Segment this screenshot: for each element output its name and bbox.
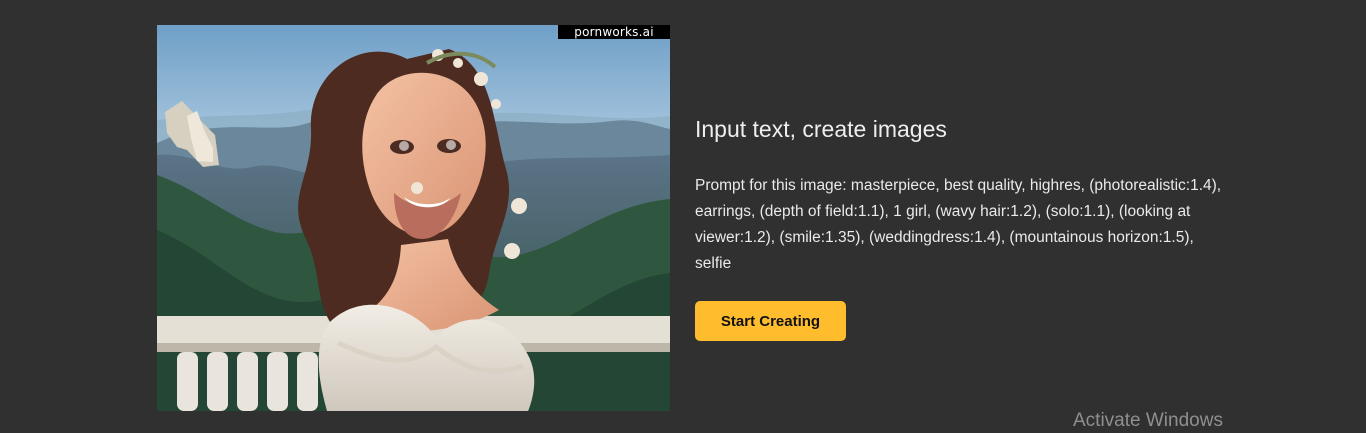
- generated-image: pornworks.ai: [157, 25, 670, 411]
- image-prompt-text: Prompt for this image: masterpiece, best…: [695, 177, 1222, 272]
- page-title: Input text, create images: [695, 116, 947, 142]
- activate-windows-watermark: Activate Windows: [1073, 410, 1223, 431]
- watermark-label: pornworks.ai: [558, 25, 670, 39]
- content-panel: Input text, create images Prompt for thi…: [695, 114, 1225, 341]
- portrait-image-icon: [157, 25, 670, 411]
- start-creating-button[interactable]: Start Creating: [695, 301, 846, 341]
